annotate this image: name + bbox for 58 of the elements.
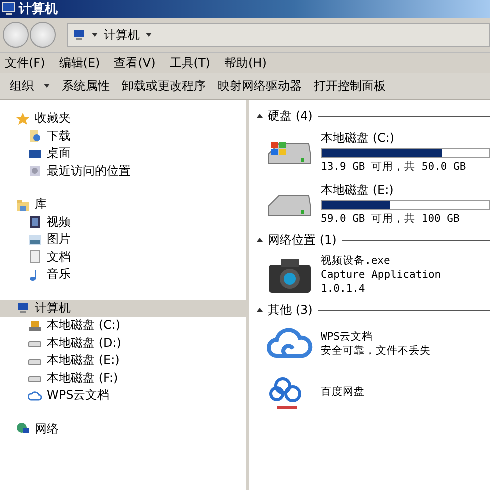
caret-icon[interactable] — [44, 84, 50, 88]
download-icon — [28, 129, 42, 144]
toolbar-button[interactable]: 打开控制面板 — [308, 76, 392, 96]
collapse-icon[interactable] — [257, 114, 263, 118]
free-space-text: 13.9 GB 可用，共 50.0 GB — [321, 160, 468, 174]
item-detail: Capture Application — [321, 268, 442, 282]
sidebar-item[interactable]: 最近访问的位置 — [0, 162, 246, 180]
sidebar-item[interactable]: 视频 — [0, 214, 246, 231]
sidebar-item[interactable]: 收藏夹 — [0, 110, 246, 128]
menu-item[interactable]: 帮助(H) — [224, 54, 267, 72]
toolbar-button[interactable]: 系统属性 — [56, 76, 116, 96]
sidebar-item[interactable]: 桌面 — [0, 145, 246, 162]
item-detail: WPS云文档 — [321, 330, 374, 344]
free-space-text: 59.0 GB 可用，共 100 GB — [321, 212, 461, 226]
sidebar-item[interactable]: 下载 — [0, 128, 246, 145]
item-detail: 1.0.1.4 — [321, 282, 366, 296]
computer-icon — [16, 301, 30, 316]
document-icon — [28, 250, 42, 264]
item-detail: 安全可靠，文件不丢失 — [321, 344, 432, 358]
sidebar-item[interactable]: 库 — [0, 196, 246, 214]
collapse-icon[interactable] — [257, 308, 263, 312]
sidebar-item[interactable]: 本地磁盘 (E:) — [0, 352, 246, 370]
drive-name: 本地磁盘 (E:) — [321, 182, 395, 198]
sidebar-item[interactable]: 图片 — [0, 231, 246, 248]
sidebar-item[interactable]: 本地磁盘 (C:) — [0, 317, 246, 334]
toolbar-button[interactable]: 组织 — [4, 76, 56, 96]
group-header: 网络位置 (1) — [268, 232, 337, 248]
sidebar-item[interactable]: 文档 — [0, 248, 246, 266]
computer-icon — [72, 28, 86, 42]
toolbar-button[interactable]: 映射网络驱动器 — [212, 76, 308, 96]
picture-icon — [28, 232, 42, 247]
drive-name: 本地磁盘 (C:) — [321, 130, 396, 146]
sidebar-item[interactable]: 本地磁盘 (F:) — [0, 370, 246, 387]
caret-icon[interactable] — [146, 33, 152, 37]
group-header: 硬盘 (4) — [268, 108, 313, 124]
address-path: 计算机 — [104, 26, 140, 44]
window-title: 计算机 — [19, 1, 58, 18]
folder-icon — [16, 198, 30, 212]
menu-item[interactable]: 查看(V) — [114, 54, 156, 72]
address-field[interactable]: 计算机 — [67, 23, 490, 47]
sidebar-item[interactable]: WPS云文档 — [0, 387, 246, 404]
group-header: 其他 (3) — [268, 302, 313, 318]
sidebar-item[interactable]: 网络 — [0, 420, 246, 438]
caret-icon[interactable] — [92, 33, 98, 37]
film-icon — [28, 215, 42, 230]
item-detail: 百度网盘 — [321, 385, 366, 399]
menu-item[interactable]: 编辑(E) — [59, 54, 100, 72]
menu-item[interactable]: 文件(F) — [5, 54, 46, 72]
star-icon — [16, 112, 30, 126]
item-detail: 视频设备.exe — [321, 254, 392, 268]
collapse-icon[interactable] — [257, 238, 263, 242]
computer-icon — [2, 2, 16, 16]
sidebar-item[interactable]: 音乐 — [0, 266, 246, 284]
cloud-icon — [28, 388, 42, 403]
menu-item[interactable]: 工具(T) — [170, 54, 210, 72]
toolbar-button[interactable]: 卸载或更改程序 — [116, 76, 212, 96]
sidebar-item[interactable]: 本地磁盘 (D:) — [0, 334, 246, 352]
sidebar-item[interactable]: 计算机 — [0, 300, 246, 317]
